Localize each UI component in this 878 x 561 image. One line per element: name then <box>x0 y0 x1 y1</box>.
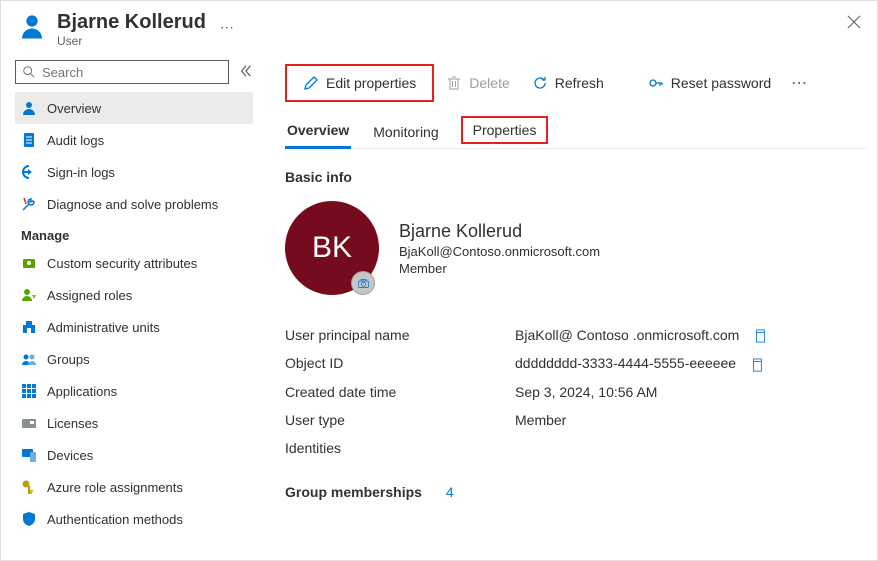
sidebar-item-label: Authentication methods <box>47 512 183 527</box>
sidebar-item-overview[interactable]: Overview <box>15 92 253 124</box>
sidebar-item-label: Groups <box>47 352 90 367</box>
sidebar-item-groups[interactable]: Groups <box>15 343 253 375</box>
sidebar-item-label: Diagnose and solve problems <box>47 197 218 212</box>
sidebar-item-azure-roles[interactable]: Azure role assignments <box>15 471 253 503</box>
admin-units-icon <box>21 319 37 335</box>
security-icon <box>21 255 37 271</box>
page-subtitle: User <box>57 34 206 48</box>
created-label: Created date time <box>285 384 515 400</box>
toolbar-more-button[interactable]: ⋯ <box>783 73 816 93</box>
profile-email: BjaKoll@Contoso.onmicrosoft.com <box>399 244 600 259</box>
copy-icon <box>753 329 767 343</box>
sidebar-item-signin-logs[interactable]: Sign-in logs <box>15 156 253 188</box>
sidebar-item-auth-methods[interactable]: Authentication methods <box>15 503 253 535</box>
tab-monitoring[interactable]: Monitoring <box>371 118 440 148</box>
highlight-edit: Edit properties <box>285 64 434 102</box>
sidebar-item-label: Audit logs <box>47 133 104 148</box>
sidebar-item-label: Administrative units <box>47 320 160 335</box>
created-value: Sep 3, 2024, 10:56 AM <box>515 384 767 400</box>
sidebar-item-diagnose[interactable]: Diagnose and solve problems <box>15 188 253 220</box>
sidebar-item-label: Azure role assignments <box>47 480 183 495</box>
sidebar-item-label: Applications <box>47 384 117 399</box>
usertype-label: User type <box>285 412 515 428</box>
details-list: User principal name BjaKoll@ Contoso .on… <box>285 315 767 468</box>
change-photo-button[interactable] <box>351 271 375 295</box>
signin-icon <box>21 164 37 180</box>
sidebar-item-licenses[interactable]: Licenses <box>15 407 253 439</box>
shield-icon <box>21 511 37 527</box>
sidebar-item-audit-logs[interactable]: Audit logs <box>15 124 253 156</box>
groups-icon <box>21 351 37 367</box>
sidebar: Overview Audit logs Sign-in logs Diagnos… <box>1 56 263 560</box>
roles-icon <box>21 287 37 303</box>
document-icon <box>21 132 37 148</box>
edit-properties-button[interactable]: Edit properties <box>293 70 426 96</box>
group-memberships-count[interactable]: 4 <box>446 484 454 500</box>
profile-name: Bjarne Kollerud <box>399 221 600 242</box>
sidebar-item-label: Devices <box>47 448 93 463</box>
highlight-properties: Properties <box>461 116 549 144</box>
copy-upn-button[interactable] <box>753 329 767 343</box>
tab-overview[interactable]: Overview <box>285 116 351 149</box>
collapse-sidebar-button[interactable] <box>239 64 253 81</box>
main-content: Edit properties Delete Refresh Reset pas… <box>263 56 877 560</box>
person-icon <box>21 100 37 116</box>
user-icon <box>17 11 47 41</box>
devices-icon <box>21 447 37 463</box>
key-icon <box>648 75 664 91</box>
license-icon <box>21 415 37 431</box>
tab-properties[interactable]: Properties <box>473 122 537 138</box>
search-input[interactable] <box>15 60 229 84</box>
upn-value: BjaKoll@ Contoso .onmicrosoft.com <box>515 327 739 343</box>
header-more-button[interactable]: ⋯ <box>220 19 235 36</box>
tab-bar: Overview Monitoring Properties <box>285 116 867 149</box>
header: Bjarne Kollerud User ⋯ <box>1 1 877 56</box>
refresh-icon <box>532 75 548 91</box>
close-button[interactable] <box>847 13 861 34</box>
command-bar: Edit properties Delete Refresh Reset pas… <box>285 64 867 102</box>
sidebar-item-label: Custom security attributes <box>47 256 197 271</box>
sidebar-item-admin-units[interactable]: Administrative units <box>15 311 253 343</box>
sidebar-item-label: Licenses <box>47 416 98 431</box>
usertype-value: Member <box>515 412 767 428</box>
pencil-icon <box>303 75 319 91</box>
reset-password-button[interactable]: Reset password <box>638 70 781 96</box>
search-field[interactable] <box>42 65 222 80</box>
upn-label: User principal name <box>285 327 515 343</box>
sidebar-item-label: Overview <box>47 101 101 116</box>
sidebar-item-label: Sign-in logs <box>47 165 115 180</box>
key-icon <box>21 479 37 495</box>
copy-icon <box>750 358 764 372</box>
identities-label: Identities <box>285 440 515 456</box>
apps-icon <box>21 383 37 399</box>
sidebar-section-manage: Manage <box>15 220 253 247</box>
section-basic-info: Basic info <box>285 169 867 185</box>
trash-icon <box>446 75 462 91</box>
camera-icon <box>357 277 370 290</box>
profile-member: Member <box>399 261 600 276</box>
sidebar-item-applications[interactable]: Applications <box>15 375 253 407</box>
identities-value <box>515 440 767 456</box>
delete-button[interactable]: Delete <box>436 70 519 96</box>
profile-card: BK Bjarne Kollerud BjaKoll@Contoso.onmic… <box>285 201 867 295</box>
page-title: Bjarne Kollerud <box>57 11 206 34</box>
sidebar-item-devices[interactable]: Devices <box>15 439 253 471</box>
oid-label: Object ID <box>285 355 515 371</box>
sidebar-item-label: Assigned roles <box>47 288 132 303</box>
search-icon <box>22 65 36 79</box>
oid-value: dddddddd-3333-4444-5555-eeeeee <box>515 355 736 371</box>
refresh-button[interactable]: Refresh <box>522 70 614 96</box>
sidebar-item-assigned-roles[interactable]: Assigned roles <box>15 279 253 311</box>
group-memberships-label: Group memberships <box>285 484 422 500</box>
copy-oid-button[interactable] <box>750 358 764 372</box>
sidebar-item-custom-security[interactable]: Custom security attributes <box>15 247 253 279</box>
wrench-icon <box>21 196 37 212</box>
